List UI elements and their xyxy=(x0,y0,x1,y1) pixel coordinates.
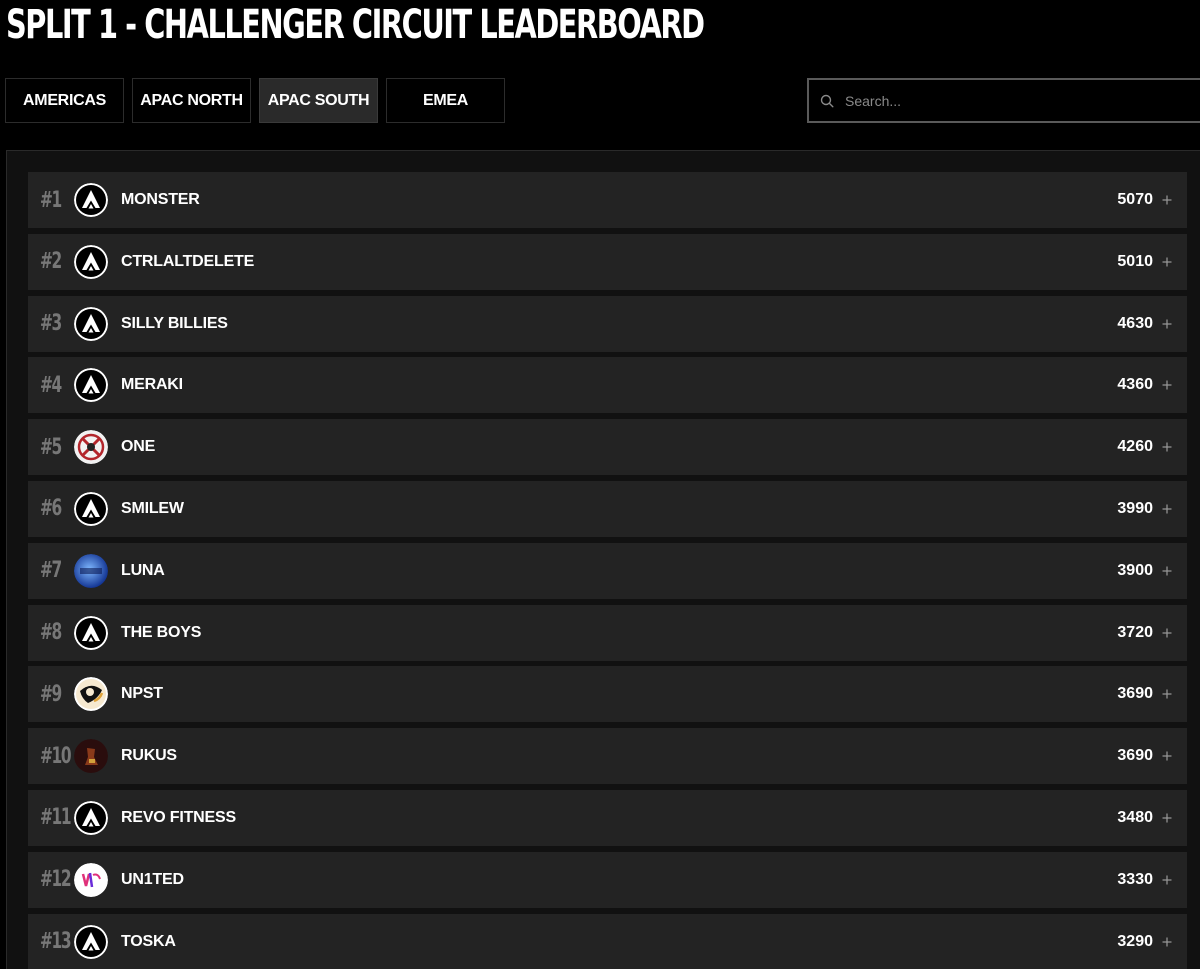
team-points: 4360 xyxy=(1117,376,1153,394)
rank-label: #7 xyxy=(40,558,62,584)
apex-logo-icon xyxy=(74,306,108,341)
team-name: SMILEW xyxy=(121,499,184,517)
expand-plus-icon[interactable] xyxy=(1161,504,1173,514)
team-name: THE BOYS xyxy=(121,623,202,641)
leaderboard-row[interactable]: #6 SMILEW 3990 xyxy=(28,480,1187,537)
tab-apac-north[interactable]: APAC NORTH xyxy=(132,78,251,123)
team-points: 3720 xyxy=(1117,623,1153,641)
team-name: RUKUS xyxy=(121,747,177,765)
leaderboard-page: SPLIT 1 - CHALLENGER CIRCUIT LEADERBOARD… xyxy=(0,0,1200,969)
leaderboard-row[interactable]: #2 CTRLALTDELETE 5010 xyxy=(28,233,1187,290)
rank-label: #6 xyxy=(40,496,62,522)
team-points: 3480 xyxy=(1117,808,1153,826)
leaderboard-row[interactable]: #7 LUNA 3900 xyxy=(28,542,1187,599)
team-points: 4630 xyxy=(1117,314,1153,332)
tab-apac-south[interactable]: APAC SOUTH xyxy=(259,78,378,123)
expand-plus-icon[interactable] xyxy=(1161,628,1173,638)
team-name: SILLY BILLIES xyxy=(121,314,228,332)
rank-label: #3 xyxy=(40,311,62,337)
team-points: 3900 xyxy=(1117,561,1153,579)
rank-label: #12 xyxy=(40,867,72,893)
search-icon xyxy=(819,93,835,109)
leaderboard-row[interactable]: #1 MONSTER 5070 xyxy=(28,172,1187,228)
page-title: SPLIT 1 - CHALLENGER CIRCUIT LEADERBOARD xyxy=(6,2,705,48)
apex-logo-icon xyxy=(74,491,108,526)
leaderboard-list: #1 MONSTER 5070 #2 CTRLALTDELETE 5010 #3… xyxy=(28,172,1187,969)
expand-plus-icon[interactable] xyxy=(1161,380,1173,390)
team-points: 3690 xyxy=(1117,685,1153,703)
npst-team-logo-icon xyxy=(74,677,108,712)
team-name: UN1TED xyxy=(121,870,184,888)
team-name: LUNA xyxy=(121,561,165,579)
apex-logo-icon xyxy=(74,615,108,650)
luna-team-logo-icon xyxy=(74,553,108,588)
team-name: REVO FITNESS xyxy=(121,808,236,826)
team-points: 3690 xyxy=(1117,747,1153,765)
expand-plus-icon[interactable] xyxy=(1161,875,1173,885)
search-input[interactable] xyxy=(843,79,1200,122)
expand-plus-icon[interactable] xyxy=(1161,442,1173,452)
team-name: MERAKI xyxy=(121,376,183,394)
expand-plus-icon[interactable] xyxy=(1161,751,1173,761)
team-points: 5070 xyxy=(1117,191,1153,208)
leaderboard-panel: #1 MONSTER 5070 #2 CTRLALTDELETE 5010 #3… xyxy=(6,150,1200,969)
tab-emea[interactable]: EMEA xyxy=(386,78,505,123)
leaderboard-row[interactable]: #4 MERAKI 4360 xyxy=(28,357,1187,414)
team-points: 4260 xyxy=(1117,438,1153,456)
leaderboard-row[interactable]: #13 TOSKA 3290 xyxy=(28,913,1187,969)
team-points: 3290 xyxy=(1117,932,1153,950)
apex-logo-icon xyxy=(74,924,108,959)
expand-plus-icon[interactable] xyxy=(1161,813,1173,823)
search-box xyxy=(807,78,1200,123)
apex-logo-icon xyxy=(74,183,108,217)
team-points: 3330 xyxy=(1117,870,1153,888)
leaderboard-row[interactable]: #5 ONE 4260 xyxy=(28,419,1187,476)
rank-label: #1 xyxy=(40,187,62,213)
leaderboard-row[interactable]: #3 SILLY BILLIES 4630 xyxy=(28,295,1187,352)
rank-label: #2 xyxy=(40,249,62,275)
tab-americas[interactable]: AMERICAS xyxy=(5,78,124,123)
team-name: ONE xyxy=(121,438,156,456)
rank-label: #8 xyxy=(40,620,62,646)
team-name: TOSKA xyxy=(121,932,176,950)
leaderboard-row[interactable]: #10 RUKUS 3690 xyxy=(28,728,1187,785)
rank-label: #5 xyxy=(40,434,62,460)
leaderboard-row[interactable]: #12 UN1TED 3330 xyxy=(28,851,1187,908)
rank-label: #9 xyxy=(40,681,62,707)
un1ted-team-logo-icon xyxy=(74,862,108,897)
expand-plus-icon[interactable] xyxy=(1161,257,1173,267)
leaderboard-row[interactable]: #11 REVO FITNESS 3480 xyxy=(28,789,1187,846)
leaderboard-row[interactable]: #8 THE BOYS 3720 xyxy=(28,604,1187,661)
expand-plus-icon[interactable] xyxy=(1161,319,1173,329)
leaderboard-row[interactable]: #9 NPST 3690 xyxy=(28,666,1187,723)
rank-label: #10 xyxy=(40,743,72,769)
team-name: CTRLALTDELETE xyxy=(121,252,255,270)
rukus-team-logo-icon xyxy=(74,739,108,774)
rank-label: #11 xyxy=(40,805,72,831)
apex-logo-icon xyxy=(74,800,108,835)
one-team-logo-icon xyxy=(74,430,108,465)
apex-logo-icon xyxy=(74,244,108,279)
expand-plus-icon[interactable] xyxy=(1161,937,1173,947)
expand-plus-icon[interactable] xyxy=(1161,689,1173,699)
team-points: 3990 xyxy=(1117,499,1153,517)
team-name: MONSTER xyxy=(121,191,200,208)
region-tabs: AMERICAS APAC NORTH APAC SOUTH EMEA xyxy=(5,78,513,123)
expand-plus-icon[interactable] xyxy=(1161,566,1173,576)
apex-logo-icon xyxy=(74,368,108,403)
team-name: NPST xyxy=(121,685,163,703)
rank-label: #13 xyxy=(40,929,72,955)
rank-label: #4 xyxy=(40,372,62,398)
team-points: 5010 xyxy=(1117,252,1153,270)
expand-plus-icon[interactable] xyxy=(1161,195,1173,205)
